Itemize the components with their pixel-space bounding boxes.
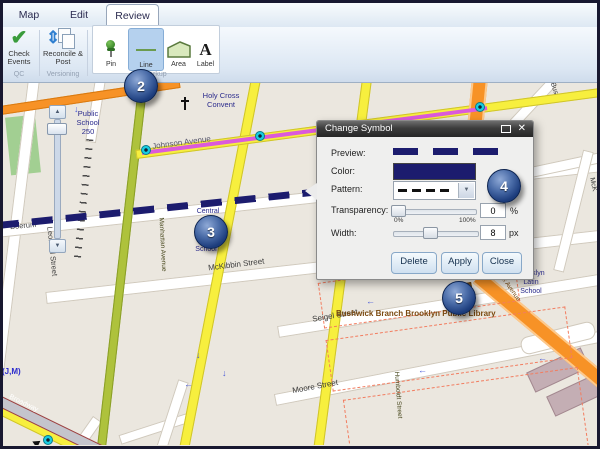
- check-events-label: Check Events: [0, 50, 38, 66]
- markup-tools-panel: Pin Line Area A Label: [92, 25, 220, 74]
- group-separator: [87, 30, 88, 76]
- pin-tool-button[interactable]: Pin: [97, 28, 125, 69]
- preview-dash: [473, 148, 498, 155]
- zoom-slider-thumb[interactable]: [47, 123, 67, 135]
- church-cross-icon: [184, 97, 186, 110]
- tab-edit[interactable]: Edit: [58, 5, 100, 25]
- vertex-dot[interactable]: [43, 435, 53, 445]
- poi-holy-cross: Holy Cross Convent: [190, 91, 252, 109]
- vertex-dot[interactable]: [255, 131, 265, 141]
- poi-line: School: [506, 287, 556, 296]
- area-tool-button[interactable]: Area: [165, 28, 192, 69]
- apply-button[interactable]: Apply: [441, 252, 479, 274]
- zoom-in-button[interactable]: ▲: [49, 105, 66, 119]
- dialog-title: Change Symbol: [325, 123, 393, 134]
- transparency-label: Transparency:: [331, 205, 388, 215]
- transit-label-jm: (J,M): [2, 367, 21, 376]
- navy-dashed-markup-line[interactable]: [0, 189, 312, 229]
- transparency-max-label: 100%: [459, 217, 476, 224]
- dialog-callout-arrow: [305, 183, 317, 200]
- pin-label: Pin: [106, 61, 116, 68]
- width-unit: px: [509, 228, 519, 238]
- pattern-label: Pattern:: [331, 184, 363, 194]
- callout-badge-4: 4: [487, 169, 521, 203]
- pattern-select[interactable]: ▼: [393, 181, 476, 200]
- width-input[interactable]: [480, 225, 506, 240]
- area-label: Area: [171, 61, 186, 68]
- label-tool-button[interactable]: A Label: [194, 28, 217, 69]
- width-label: Width:: [331, 228, 357, 238]
- poi-line: Holy Cross: [190, 91, 252, 100]
- line-icon: [136, 49, 156, 51]
- callout-badge-2: 2: [124, 69, 158, 103]
- poi-public-school: Public School 250: [60, 109, 116, 136]
- road-manhattan-avenue: [97, 82, 148, 445]
- page-icon: [62, 34, 75, 49]
- group-separator: [39, 30, 40, 76]
- poi-line: 250: [60, 127, 116, 136]
- color-label: Color:: [331, 166, 355, 176]
- dialog-title-bar[interactable]: Change Symbol ✕: [317, 121, 533, 137]
- transparency-input[interactable]: [480, 203, 506, 218]
- preview-label: Preview:: [331, 148, 366, 158]
- tab-map[interactable]: Map: [8, 5, 50, 25]
- reconcile-post-button[interactable]: ⇕ Reconcile & Post: [41, 28, 85, 66]
- poi-line: Convent: [190, 100, 252, 109]
- pin-icon: [105, 40, 117, 58]
- reconcile-post-label: Reconcile & Post: [41, 50, 85, 66]
- ribbon-tab-bar: Map Edit Review: [0, 0, 600, 28]
- preview-dash: [393, 148, 418, 155]
- application-window: Map Edit Review ✔ Check Events QC ⇕ Reco…: [0, 0, 600, 449]
- transparency-min-label: 0%: [394, 217, 403, 224]
- transparency-unit: %: [510, 206, 518, 216]
- text-label-icon: A: [199, 41, 211, 58]
- check-icon: ✔: [0, 28, 38, 48]
- close-icon[interactable]: ✕: [518, 123, 526, 135]
- vertex-dot[interactable]: [141, 145, 151, 155]
- label-label: Label: [197, 61, 214, 68]
- callout-badge-3: 3: [194, 215, 228, 249]
- street-label-mck-partial: McK: [588, 177, 598, 192]
- embankment-ticks: [74, 139, 94, 261]
- maximize-icon[interactable]: [501, 125, 511, 133]
- chevron-down-icon[interactable]: ▼: [458, 183, 474, 198]
- junction-arrow-icon: [31, 438, 41, 445]
- zoom-slider-track[interactable]: [54, 119, 61, 239]
- delete-button[interactable]: Delete: [391, 252, 437, 274]
- line-label: Line: [139, 62, 152, 69]
- ribbon-toolbar: ✔ Check Events QC ⇕ Reconcile & Post Ver…: [0, 27, 600, 83]
- check-events-button[interactable]: ✔ Check Events: [0, 28, 38, 66]
- vertex-dot[interactable]: [475, 102, 485, 112]
- transparency-slider-thumb[interactable]: [391, 205, 406, 217]
- pattern-dash-preview: [398, 189, 454, 192]
- width-slider-thumb[interactable]: [423, 227, 438, 239]
- poi-line: School: [60, 118, 116, 127]
- close-button[interactable]: Close: [482, 252, 522, 274]
- callout-badge-5: 5: [442, 281, 476, 315]
- poi-line: Public: [60, 109, 116, 118]
- zoom-out-button[interactable]: ▼: [49, 239, 66, 253]
- color-swatch[interactable]: [393, 163, 476, 180]
- area-icon: [167, 41, 191, 58]
- group-label-qc: QC: [0, 71, 38, 78]
- poi-library-label: Bushwick Branch Brooklyn Public Library: [336, 309, 496, 318]
- line-tool-button[interactable]: Line: [128, 28, 164, 71]
- group-label-versioning: Versioning: [41, 71, 85, 78]
- preview-dash: [433, 148, 458, 155]
